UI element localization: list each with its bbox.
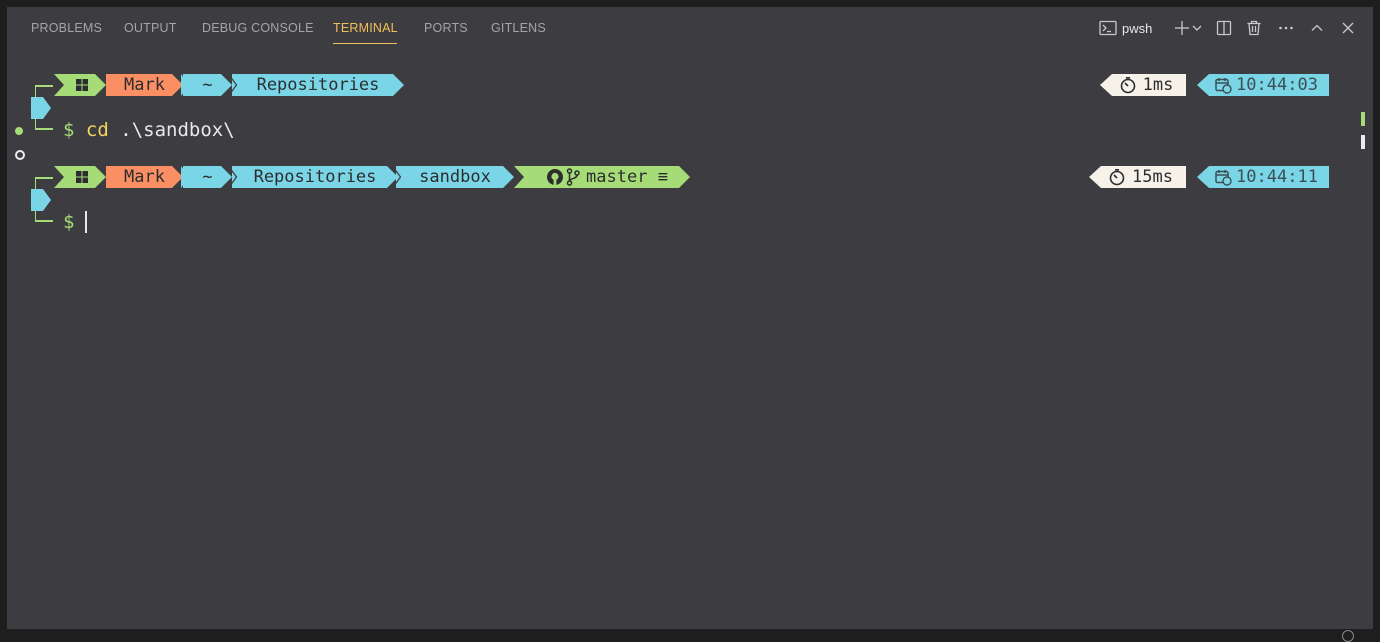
windows-icon xyxy=(75,170,89,184)
prompt-flag xyxy=(31,97,51,119)
prompt-connector xyxy=(35,85,53,87)
terminal-panel: PROBLEMS OUTPUT DEBUG CONSOLE TERMINAL P… xyxy=(7,7,1373,629)
scrollbar-marker-default xyxy=(1361,135,1365,149)
time-segment: 10:44:03 xyxy=(1197,74,1329,96)
git-segment: master ≡ xyxy=(514,166,690,188)
path-segment: Repositories xyxy=(232,166,398,188)
command-text: cd xyxy=(85,119,109,141)
command-line-1: $ cd .\sandbox\ xyxy=(63,119,235,141)
status-bar-edge xyxy=(0,629,1380,642)
duration-segment: 1ms xyxy=(1100,74,1186,96)
segment-separator xyxy=(181,74,189,96)
command-argument: .\sandbox\ xyxy=(120,119,235,141)
calendar-clock-icon xyxy=(1215,170,1232,186)
prompt-symbol: $ xyxy=(63,119,75,141)
segment-separator xyxy=(393,167,402,187)
terminal-viewport[interactable]: Mark ~ Repositories 1ms 10:44:03 $ cd .\… xyxy=(7,7,1373,629)
segment-separator xyxy=(229,75,238,95)
branch-icon xyxy=(566,168,580,186)
stopwatch-icon xyxy=(1109,168,1125,186)
duration-segment: 15ms xyxy=(1089,166,1186,188)
command-line-2: $ xyxy=(63,211,74,233)
segment-separator xyxy=(229,167,238,187)
path-segment: sandbox xyxy=(396,166,514,188)
scrollbar-marker-success xyxy=(1361,112,1365,126)
prompt-flag xyxy=(31,189,51,211)
notification-icon[interactable] xyxy=(1342,630,1354,642)
duration-text: 1ms xyxy=(1142,75,1174,95)
prompt-connector xyxy=(35,128,53,130)
stopwatch-icon xyxy=(1120,76,1135,94)
os-segment xyxy=(54,166,106,188)
prompt-connector xyxy=(35,177,53,179)
time-text: 10:44:03 xyxy=(1236,75,1318,95)
segment-separator xyxy=(181,166,189,188)
os-segment xyxy=(54,74,106,96)
home-segment: ~ xyxy=(183,166,232,188)
calendar-clock-icon xyxy=(1215,78,1232,94)
prompt-connector xyxy=(35,220,53,222)
time-text: 10:44:11 xyxy=(1236,167,1318,187)
text-cursor xyxy=(85,211,87,233)
branch-name: master ≡ xyxy=(586,167,668,187)
duration-text: 15ms xyxy=(1132,167,1173,187)
command-success-decoration[interactable] xyxy=(15,127,23,135)
prompt-symbol: $ xyxy=(63,211,75,233)
home-segment: ~ xyxy=(183,74,232,96)
command-default-decoration[interactable] xyxy=(15,150,25,160)
path-segment: Repositories xyxy=(232,74,404,96)
time-segment: 10:44:11 xyxy=(1197,166,1329,188)
github-icon xyxy=(546,168,566,186)
windows-icon xyxy=(75,78,89,92)
user-segment: Mark xyxy=(106,74,183,96)
user-segment: Mark xyxy=(106,166,183,188)
